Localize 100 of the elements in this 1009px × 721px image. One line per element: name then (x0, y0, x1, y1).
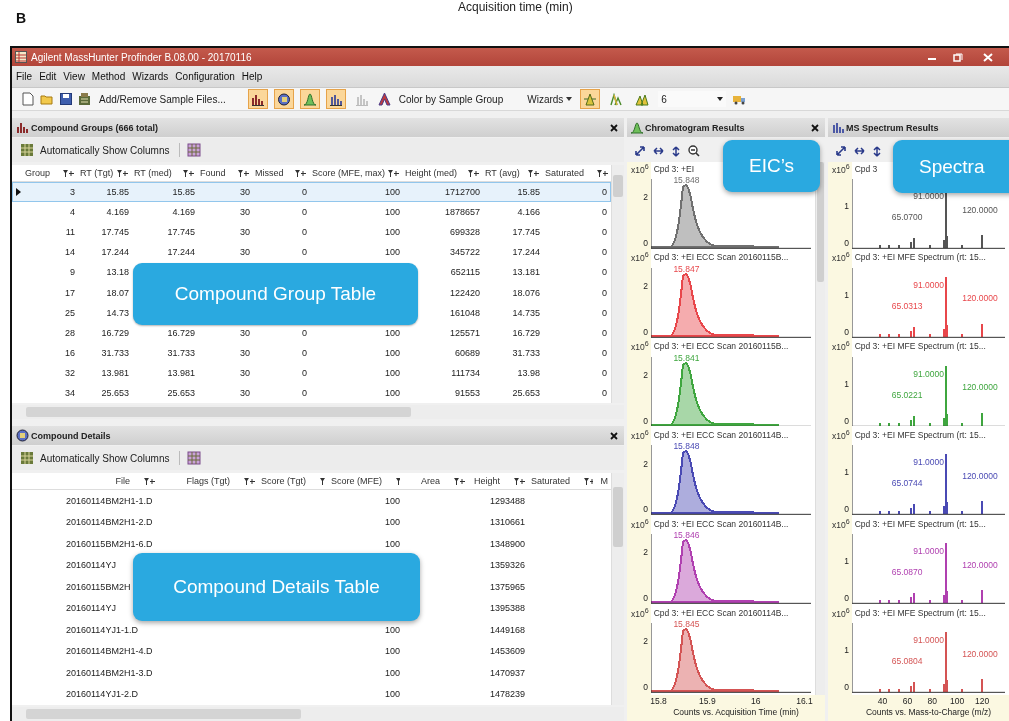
column-header[interactable]: Score (MFE, max) (309, 165, 402, 181)
y-tick-label: 2 (643, 369, 648, 380)
filter-icon[interactable] (144, 477, 155, 485)
open-folder-icon[interactable] (40, 93, 54, 105)
count-dropdown[interactable]: 6 (658, 91, 727, 107)
column-header[interactable]: Height (med) (402, 165, 482, 181)
column-header[interactable]: File (12, 473, 158, 489)
y-tick-label: 0 (643, 593, 648, 604)
wizards-dropdown[interactable]: Wizards (525, 93, 575, 105)
new-file-icon[interactable] (22, 92, 34, 106)
table-row[interactable]: 32 13.981 13.981 30 0 100 111734 13.98 0 (12, 362, 611, 383)
column-header[interactable]: Saturated (528, 473, 596, 489)
menu-item[interactable]: Help (241, 71, 263, 82)
filter-icon[interactable] (63, 169, 74, 177)
column-header[interactable]: RT (avg) (482, 165, 542, 181)
column-header[interactable]: Found (197, 165, 252, 181)
table-row[interactable]: 3 15.85 15.85 30 0 100 1712700 15.85 0 (12, 182, 611, 203)
filter-icon[interactable] (238, 169, 249, 177)
columns-icon[interactable] (20, 451, 34, 465)
sample-files-icon[interactable] (78, 92, 91, 106)
filter-icon[interactable] (117, 169, 128, 177)
bar-chart-toggle[interactable] (247, 89, 268, 109)
add-remove-files-button[interactable]: Add/Remove Sample Files... (97, 93, 228, 105)
filter-icon[interactable] (528, 169, 539, 177)
menu-item[interactable]: File (16, 71, 33, 82)
peak-label: 120.0000 (962, 293, 998, 304)
column-header[interactable]: Height (468, 473, 528, 489)
table-cell: 652115 (450, 267, 480, 278)
auto-columns-button[interactable]: Automatically Show Columns (38, 452, 172, 464)
menu-item[interactable]: Edit (39, 71, 57, 82)
vertical-arrows-icon[interactable] (873, 145, 881, 157)
table-row[interactable]: 34 25.653 25.653 30 0 100 91553 25.653 0 (12, 382, 611, 403)
spectrum-toggle[interactable] (325, 89, 346, 109)
table-cell: 17.244 (512, 247, 540, 258)
axis-scale-label: x10$^{6}$ (631, 517, 649, 530)
menu-item[interactable]: Wizards (132, 71, 169, 82)
table-cell: 20160114YJ1-2.D (66, 689, 138, 700)
column-header[interactable]: Score (MFE) (328, 473, 403, 489)
column-chart-icon (328, 92, 343, 106)
column-header[interactable]: Missed (252, 165, 309, 181)
truck-icon[interactable] (732, 93, 747, 105)
close-pane-button[interactable] (608, 431, 620, 440)
table-row[interactable]: 14 17.244 17.244 30 0 100 345722 17.244 0 (12, 242, 611, 263)
filter-icon[interactable] (468, 169, 479, 177)
table-cell: 16.729 (167, 327, 195, 338)
column-chooser-icon[interactable] (186, 143, 201, 157)
table-row[interactable]: 4 4.169 4.169 30 0 100 1878657 4.166 0 (12, 202, 611, 223)
table-cell: 100 (384, 624, 400, 635)
color-by-group-button[interactable]: Color by Sample Group (396, 93, 506, 105)
filter-icon[interactable] (295, 169, 306, 177)
column-header[interactable]: Area (403, 473, 468, 489)
row-pointer-icon (15, 188, 21, 197)
vertical-scrollbar[interactable] (815, 162, 825, 695)
menu-item[interactable]: Configuration (175, 71, 235, 82)
filter-icon[interactable] (183, 169, 194, 177)
column-header[interactable]: Saturated (542, 165, 611, 181)
table-cell: 1449168 (489, 624, 525, 635)
autoscale-icon[interactable] (836, 146, 846, 156)
table-cell: 0 (602, 367, 607, 378)
close-pane-button[interactable] (608, 123, 620, 132)
save-icon[interactable] (60, 93, 72, 105)
filter-icon[interactable] (454, 477, 465, 485)
column-header[interactable]: Flags (Tgt) (158, 473, 258, 489)
column-header[interactable]: Score (Tgt) (258, 473, 328, 489)
table-row[interactable]: 11 17.745 17.745 30 0 100 699328 17.745 0 (12, 222, 611, 243)
vertical-arrows-icon[interactable] (672, 145, 680, 157)
close-pane-button[interactable] (809, 123, 821, 132)
columns-icon[interactable] (20, 143, 34, 157)
filter-icon[interactable] (388, 169, 399, 177)
filter-icon[interactable] (244, 477, 255, 485)
column-header[interactable]: RT (med) (131, 165, 197, 181)
filter-icon[interactable] (396, 477, 400, 485)
peak-filter-toggle[interactable] (580, 89, 601, 109)
peak-toggle[interactable] (299, 89, 320, 109)
globe-toggle[interactable] (273, 89, 294, 109)
column-header[interactable]: M (596, 473, 611, 489)
table-row[interactable]: 16 31.733 31.733 30 0 100 60689 31.733 0 (12, 342, 611, 363)
table-cell: 100 (384, 495, 400, 506)
menu-item[interactable]: Method (91, 71, 126, 82)
vertical-scrollbar[interactable] (611, 165, 624, 403)
zoom-icon[interactable] (688, 145, 700, 157)
auto-columns-button[interactable]: Automatically Show Columns (38, 144, 172, 156)
table-cell: 0 (302, 388, 307, 398)
vertical-scrollbar[interactable] (611, 473, 624, 705)
table-cell: 32 (65, 367, 75, 378)
sample-color-icon[interactable] (377, 92, 391, 106)
column-header[interactable]: Group (22, 165, 77, 181)
filter-icon[interactable] (584, 477, 593, 485)
column-header[interactable]: RT (Tgt) (77, 165, 131, 181)
horizontal-arrows-icon[interactable] (653, 147, 664, 155)
horizontal-arrows-icon[interactable] (854, 147, 865, 155)
table-row[interactable]: 28 16.729 16.729 30 0 100 125571 16.729 0 (12, 322, 611, 343)
column-chooser-icon[interactable] (186, 451, 201, 465)
filter-icon[interactable] (320, 477, 325, 485)
autoscale-icon[interactable] (635, 146, 645, 156)
table-cell: 1453609 (489, 646, 525, 657)
table-cell: 13.981 (101, 367, 129, 378)
filter-icon[interactable] (514, 477, 525, 485)
filter-icon[interactable] (597, 169, 608, 177)
menu-item[interactable]: View (63, 71, 85, 82)
